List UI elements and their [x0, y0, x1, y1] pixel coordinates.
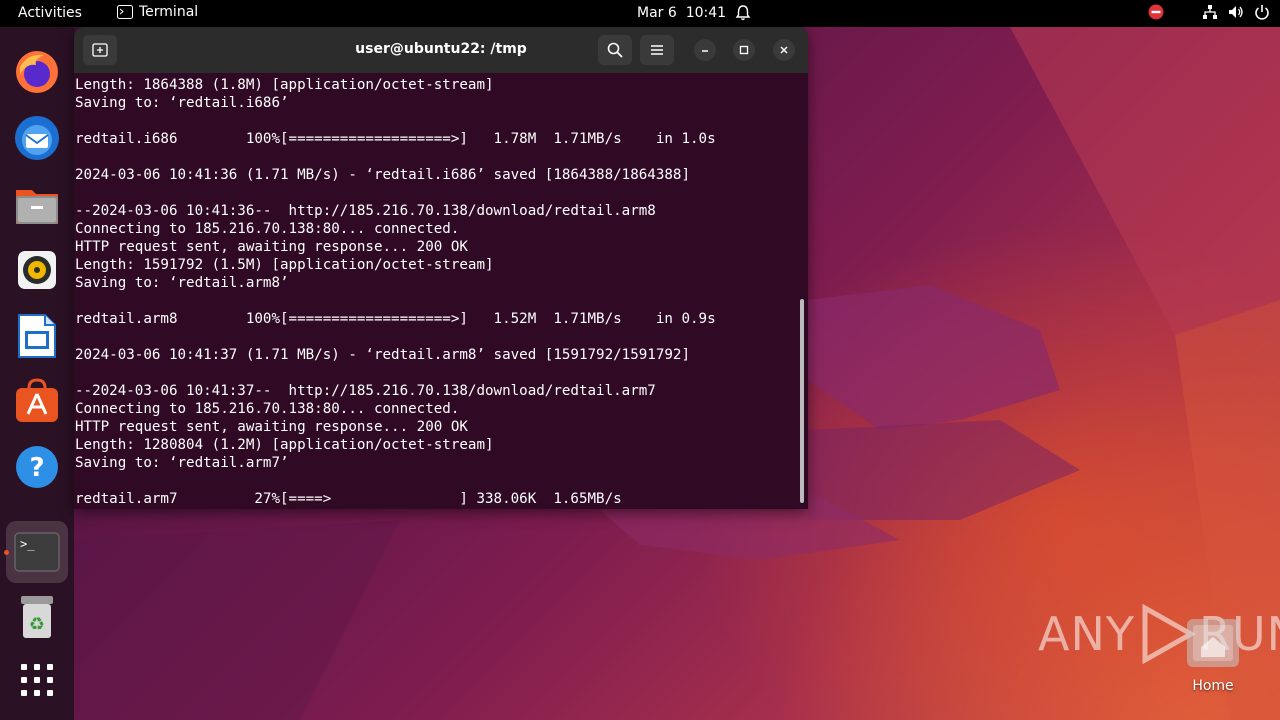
hamburger-menu-icon: [651, 45, 663, 55]
terminal-line: redtail.i686 100%[===================>] …: [75, 131, 716, 147]
terminal-line: Saving to: ‘redtail.arm7’: [75, 455, 289, 471]
dock-item-writer[interactable]: [12, 311, 62, 361]
system-tray[interactable]: [1148, 4, 1270, 20]
files-icon: [16, 190, 58, 224]
dock-item-thunderbird[interactable]: [12, 113, 62, 163]
anyrun-watermark: ANY RUN: [1038, 604, 1280, 664]
watermark-text-left: ANY: [1038, 607, 1135, 661]
scrollbar[interactable]: [800, 299, 804, 503]
terminal-line: Connecting to 185.216.70.138:80... conne…: [75, 401, 460, 417]
terminal-line: Length: 1864388 (1.8M) [application/octe…: [75, 77, 494, 93]
terminal-line: Length: 1280804 (1.2M) [application/octe…: [75, 437, 494, 453]
terminal-line: 2024-03-06 10:41:37 (1.71 MB/s) - ‘redta…: [75, 347, 690, 363]
top-bar: Activities Terminal Mar 6 10:41: [0, 0, 1280, 27]
close-button[interactable]: [773, 39, 795, 61]
volume-icon[interactable]: [1228, 4, 1244, 20]
menu-button[interactable]: [640, 35, 674, 65]
terminal-line: 2024-03-06 10:41:36 (1.71 MB/s) - ‘redta…: [75, 167, 690, 183]
network-icon[interactable]: [1202, 4, 1218, 20]
svg-text:?: ?: [29, 453, 44, 483]
show-apps-button[interactable]: [12, 655, 62, 705]
home-folder-label[interactable]: Home: [1184, 678, 1242, 694]
clock[interactable]: Mar 6 10:41: [637, 5, 726, 21]
trash-icon: ♻: [21, 596, 53, 638]
thunderbird-icon: [15, 116, 59, 160]
search-icon: [607, 42, 623, 58]
maximize-icon: [739, 45, 749, 55]
terminal-line: Connecting to 185.216.70.138:80... conne…: [75, 221, 460, 237]
activities-button[interactable]: Activities: [18, 5, 82, 21]
maximize-button[interactable]: [733, 39, 755, 61]
help-icon: ?: [16, 446, 58, 488]
terminal-output[interactable]: Length: 1864388 (1.8M) [application/octe…: [75, 73, 797, 509]
search-button[interactable]: [598, 35, 632, 65]
date: Mar 6: [637, 5, 677, 21]
title-bar[interactable]: user@ubuntu22: /tmp: [74, 27, 808, 73]
svg-text:>_: >_: [20, 537, 35, 551]
terminal-line: Length: 1591792 (1.5M) [application/octe…: [75, 257, 494, 273]
svg-text:♻: ♻: [29, 614, 45, 635]
firefox-icon: [16, 51, 58, 93]
terminal-line: --2024-03-06 10:41:36-- http://185.216.7…: [75, 203, 656, 219]
terminal-line: Saving to: ‘redtail.i686’: [75, 95, 289, 111]
terminal-icon: [117, 5, 133, 19]
app-center-icon: [16, 378, 58, 422]
terminal-line: redtail.arm7 27%[====> ] 338.06K 1.65MB/…: [75, 491, 622, 507]
dock: ? >_ ♻: [0, 27, 74, 720]
home-folder-icon[interactable]: [1185, 617, 1241, 669]
terminal-line: Saving to: ‘redtail.arm8’: [75, 275, 289, 291]
dock-item-trash[interactable]: ♻: [12, 592, 62, 642]
close-icon: [780, 46, 788, 54]
minimize-button[interactable]: [694, 39, 716, 61]
writer-icon: [18, 314, 56, 358]
dock-item-help[interactable]: ?: [12, 442, 62, 492]
app-menu[interactable]: Terminal: [117, 4, 198, 20]
terminal-app-icon: >_: [14, 532, 60, 572]
minimize-icon: [702, 50, 708, 52]
rhythmbox-icon: [18, 251, 56, 289]
notification-bell-icon[interactable]: [735, 4, 751, 22]
terminal-line: HTTP request sent, awaiting response... …: [75, 419, 468, 435]
terminal-line: HTTP request sent, awaiting response... …: [75, 239, 468, 255]
terminal-window[interactable]: user@ubuntu22: /tmp Length: 1864388 (1.8…: [74, 27, 808, 509]
grid-icon: [21, 664, 53, 696]
power-icon[interactable]: [1254, 4, 1270, 20]
dock-item-app-center[interactable]: [12, 376, 62, 426]
terminal-line: redtail.arm8 100%[===================>] …: [75, 311, 716, 327]
time: 10:41: [685, 5, 727, 21]
dock-item-firefox[interactable]: [12, 47, 62, 97]
terminal-line: --2024-03-06 10:41:37-- http://185.216.7…: [75, 383, 656, 399]
do-not-disturb-icon[interactable]: [1148, 4, 1164, 20]
dock-item-rhythmbox[interactable]: [12, 245, 62, 295]
dock-item-files[interactable]: [12, 180, 62, 230]
running-indicator: [4, 550, 9, 555]
app-name: Terminal: [139, 4, 199, 20]
dock-item-terminal[interactable]: >_: [6, 521, 68, 583]
